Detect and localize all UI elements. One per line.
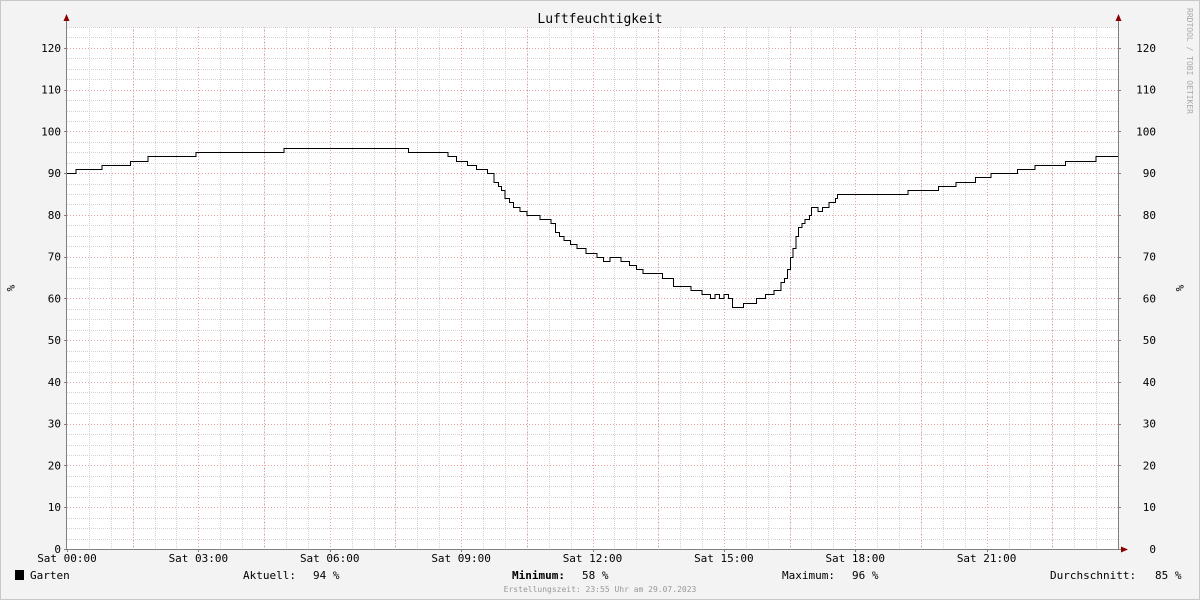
y-tick-label-right: 110: [1136, 84, 1156, 97]
x-tick-label: Sat 18:00: [825, 552, 885, 565]
y-tick-label-left: 120: [41, 42, 61, 55]
legend-current-label: Aktuell:: [243, 569, 296, 582]
y-tick-label-left: 50: [48, 334, 61, 347]
legend-swatch: [15, 570, 24, 580]
y-axis-label-right: %: [1173, 285, 1186, 292]
y-tick-label-left: 100: [41, 125, 61, 138]
x-tick-label: Sat 03:00: [169, 552, 229, 565]
y-tick-label-left: 60: [48, 292, 61, 305]
y-tick-label-right: 80: [1143, 209, 1156, 222]
y-tick-label-left: 110: [41, 84, 61, 97]
y-tick-label-right: 30: [1143, 418, 1156, 431]
legend-series-name: Garten: [30, 569, 70, 582]
chart-canvas: Luftfeuchtigkeit RRDTOOL / TOBI OETIKER …: [0, 0, 1200, 600]
y-tick-label-right: 20: [1143, 459, 1156, 472]
x-tick-label: Sat 21:00: [957, 552, 1017, 565]
watermark: RRDTOOL / TOBI OETIKER: [1185, 8, 1194, 114]
plot-area: [67, 27, 1118, 549]
y-tick-label-right: 90: [1143, 167, 1156, 180]
legend-current-value: 94 %: [313, 569, 340, 582]
x-tick-label: Sat 09:00: [431, 552, 491, 565]
y-tick-label-left: 20: [48, 459, 61, 472]
y-tick-label-left: 80: [48, 209, 61, 222]
y-tick-label-right: 70: [1143, 251, 1156, 264]
legend-avg-value: 85 %: [1155, 569, 1182, 582]
legend-max-value: 96 %: [852, 569, 879, 582]
y-tick-label-right: 120: [1136, 42, 1156, 55]
chart-title: Luftfeuchtigkeit: [537, 12, 662, 27]
x-tick-label: Sat 06:00: [300, 552, 360, 565]
y-tick-label-right: 0: [1149, 543, 1156, 556]
legend-avg-label: Durchschnitt:: [1050, 569, 1136, 582]
y-tick-label-right: 50: [1143, 334, 1156, 347]
legend-min-label: Minimum:: [512, 569, 565, 582]
y-tick-label-left: 30: [48, 418, 61, 431]
y-tick-label-right: 40: [1143, 376, 1156, 389]
x-tick-label: Sat 12:00: [563, 552, 623, 565]
y-tick-label-right: 60: [1143, 292, 1156, 305]
y-tick-label-left: 10: [48, 501, 61, 514]
footer-timestamp: Erstellungszeit: 23:55 Uhr am 29.07.2023: [504, 585, 697, 594]
x-tick-label: Sat 00:00: [37, 552, 97, 565]
y-axis-label-left: %: [4, 285, 17, 292]
y-tick-label-left: 40: [48, 376, 61, 389]
y-tick-label-left: 70: [48, 251, 61, 264]
y-tick-label-right: 100: [1136, 125, 1156, 138]
y-tick-label-left: 90: [48, 167, 61, 180]
legend-min-value: 58 %: [582, 569, 609, 582]
legend-max-label: Maximum:: [782, 569, 835, 582]
y-tick-label-right: 10: [1143, 501, 1156, 514]
x-tick-label: Sat 15:00: [694, 552, 754, 565]
